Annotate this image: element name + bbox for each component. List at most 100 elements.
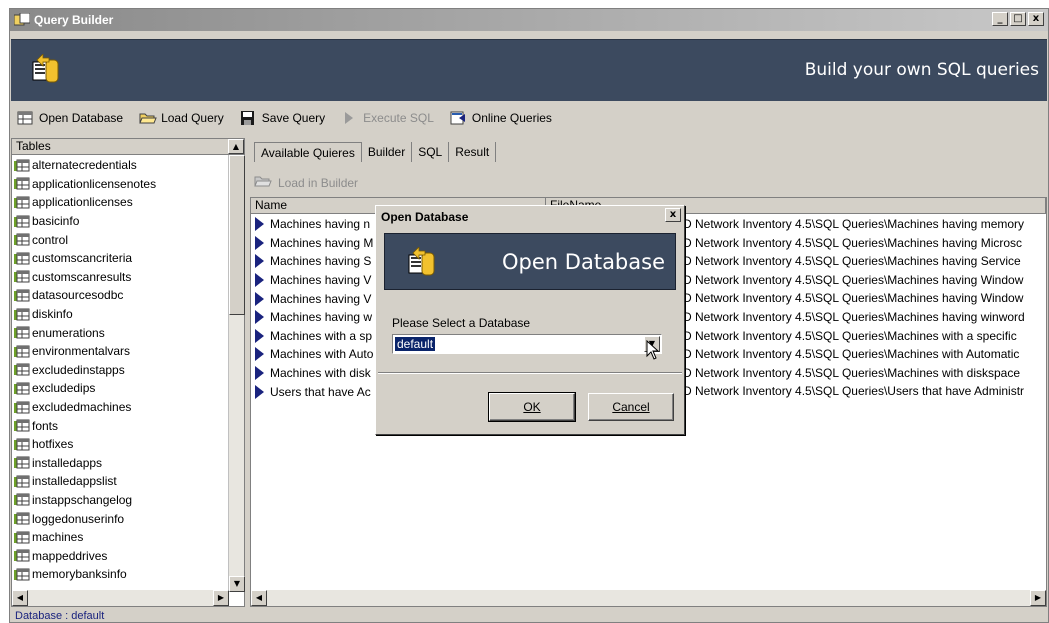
online-queries-button[interactable]: Online Queries xyxy=(450,111,552,125)
table-list-item[interactable]: alternatecredentials xyxy=(12,156,229,175)
table-list-item[interactable]: loggedonuserinfo xyxy=(12,509,229,528)
table-name: hotfixes xyxy=(32,437,74,452)
open-database-button[interactable]: Open Database xyxy=(17,111,123,125)
query-name: Machines with disk xyxy=(270,366,371,381)
dialog-close-button[interactable]: x xyxy=(665,208,681,222)
table-list-item[interactable]: hotfixes xyxy=(12,435,229,454)
query-row[interactable]: Machines having M xyxy=(255,234,373,253)
table-icon xyxy=(14,363,30,376)
save-query-button[interactable]: Save Query xyxy=(240,111,325,125)
query-row[interactable]: Machines with disk xyxy=(255,364,371,383)
table-list-item[interactable]: fonts xyxy=(12,416,229,435)
table-icon xyxy=(14,568,30,581)
table-icon xyxy=(14,215,30,228)
folder-open-icon xyxy=(139,111,157,125)
table-name: customscanresults xyxy=(32,269,132,284)
tab-available-queries[interactable]: Available Quieres xyxy=(254,142,362,162)
save-query-label: Save Query xyxy=(261,111,326,125)
dialog-title: Open Database xyxy=(381,210,469,224)
scroll-up-button[interactable]: ▲ xyxy=(228,139,244,154)
table-name: excludedips xyxy=(32,381,96,396)
table-icon xyxy=(14,493,30,506)
table-icon xyxy=(14,252,30,265)
ok-button-label: OK xyxy=(523,400,541,414)
table-list-item[interactable]: basicinfo xyxy=(12,212,229,231)
table-name: customscancriteria xyxy=(32,251,133,266)
database-logo-icon xyxy=(407,246,437,280)
query-row[interactable]: Machines having V xyxy=(255,271,371,290)
table-list-item[interactable]: excludedmachines xyxy=(12,398,229,417)
table-list-item[interactable]: datasourcesodbc xyxy=(12,286,229,305)
table-list-item[interactable]: applicationlicenses xyxy=(12,193,229,212)
scroll-left-button[interactable]: ◀ xyxy=(12,590,28,606)
load-in-builder-button[interactable]: Load in Builder xyxy=(254,174,358,191)
execute-sql-button[interactable]: Execute SQL xyxy=(341,111,434,125)
table-list-item[interactable]: machines xyxy=(12,528,229,547)
query-row[interactable]: Machines having w xyxy=(255,308,372,327)
queries-horizontal-scrollbar[interactable]: ◀ ▶ xyxy=(251,590,1046,606)
table-list-item[interactable]: installedapps xyxy=(12,454,229,473)
load-query-button[interactable]: Load Query xyxy=(139,111,224,125)
cancel-button[interactable]: Cancel xyxy=(588,393,674,421)
query-filename: D Network Inventory 4.5\SQL Queries\Mach… xyxy=(683,310,1025,324)
scroll-left-button[interactable]: ◀ xyxy=(251,590,267,606)
tables-scroll-thumb[interactable] xyxy=(229,155,245,315)
table-list-item[interactable]: enumerations xyxy=(12,323,229,342)
play-icon xyxy=(341,111,357,125)
query-row[interactable]: Machines with Auto xyxy=(255,345,373,364)
tables-panel: Tables ▲ alternatecredentials application… xyxy=(11,138,245,607)
query-row[interactable]: Machines having S xyxy=(255,252,371,271)
query-row[interactable]: Machines having n xyxy=(255,215,370,234)
table-icon xyxy=(17,111,33,125)
minimize-button[interactable]: _ xyxy=(992,12,1008,26)
ok-button[interactable]: OK xyxy=(488,392,576,422)
table-list-item[interactable]: environmentalvars xyxy=(12,342,229,361)
open-database-dialog: Open Database x Open Database Please Sel… xyxy=(375,205,685,435)
table-list-item[interactable]: control xyxy=(12,230,229,249)
query-arrow-icon xyxy=(255,347,264,362)
table-icon xyxy=(14,159,30,172)
scroll-right-button[interactable]: ▶ xyxy=(213,590,229,606)
tab-sql[interactable]: SQL xyxy=(412,142,450,162)
tab-builder[interactable]: Builder xyxy=(362,142,413,162)
online-queries-label: Online Queries xyxy=(471,111,552,125)
cancel-button-label: Cancel xyxy=(612,400,650,414)
query-arrow-icon xyxy=(255,384,264,399)
table-list-item[interactable]: memorybanksinfo xyxy=(12,565,229,584)
table-icon xyxy=(14,419,30,432)
tables-header-label: Tables xyxy=(16,139,51,153)
table-name: installedappslist xyxy=(32,474,117,489)
query-filename: D Network Inventory 4.5\SQL Queries\Mach… xyxy=(683,365,1021,380)
query-row[interactable]: Machines having V xyxy=(255,289,371,308)
table-list-item[interactable]: instappschangelog xyxy=(12,491,229,510)
table-list-item[interactable]: excludedips xyxy=(12,379,229,398)
tables-header: Tables ▲ xyxy=(12,139,244,155)
table-list-item[interactable]: installedappslist xyxy=(12,472,229,491)
folder-open-icon xyxy=(254,174,272,191)
close-button[interactable]: x xyxy=(1028,12,1044,26)
table-name: enumerations xyxy=(32,325,105,340)
query-name: Machines having V xyxy=(270,273,372,288)
table-list-item[interactable]: excludedinstapps xyxy=(12,361,229,380)
tables-vertical-scrollbar[interactable]: ▼ xyxy=(228,155,245,592)
table-list-item[interactable]: diskinfo xyxy=(12,305,229,324)
table-list-item[interactable]: applicationlicensenotes xyxy=(12,175,229,194)
scroll-down-button[interactable]: ▼ xyxy=(229,576,245,592)
query-row[interactable]: Machines with a sp xyxy=(255,327,372,346)
tables-horizontal-scrollbar[interactable]: ◀ ▶ xyxy=(12,590,229,606)
query-row[interactable]: Users that have Ac xyxy=(255,382,371,401)
table-list-item[interactable]: customscanresults xyxy=(12,268,229,287)
table-name: loggedonuserinfo xyxy=(32,511,125,526)
scroll-right-button[interactable]: ▶ xyxy=(1030,590,1046,606)
tab-result[interactable]: Result xyxy=(449,142,497,162)
table-list-item[interactable]: mappeddrives xyxy=(12,546,229,565)
database-select[interactable]: default ▼ xyxy=(392,334,662,354)
table-list-item[interactable]: customscancriteria xyxy=(12,249,229,268)
table-icon xyxy=(14,456,30,469)
table-name: alternatecredentials xyxy=(32,158,137,173)
web-page-icon xyxy=(450,111,466,125)
maximize-button[interactable]: □ xyxy=(1010,12,1026,26)
execute-sql-label: Execute SQL xyxy=(363,111,434,125)
table-name: applicationlicensenotes xyxy=(32,176,157,191)
table-icon xyxy=(14,549,30,562)
